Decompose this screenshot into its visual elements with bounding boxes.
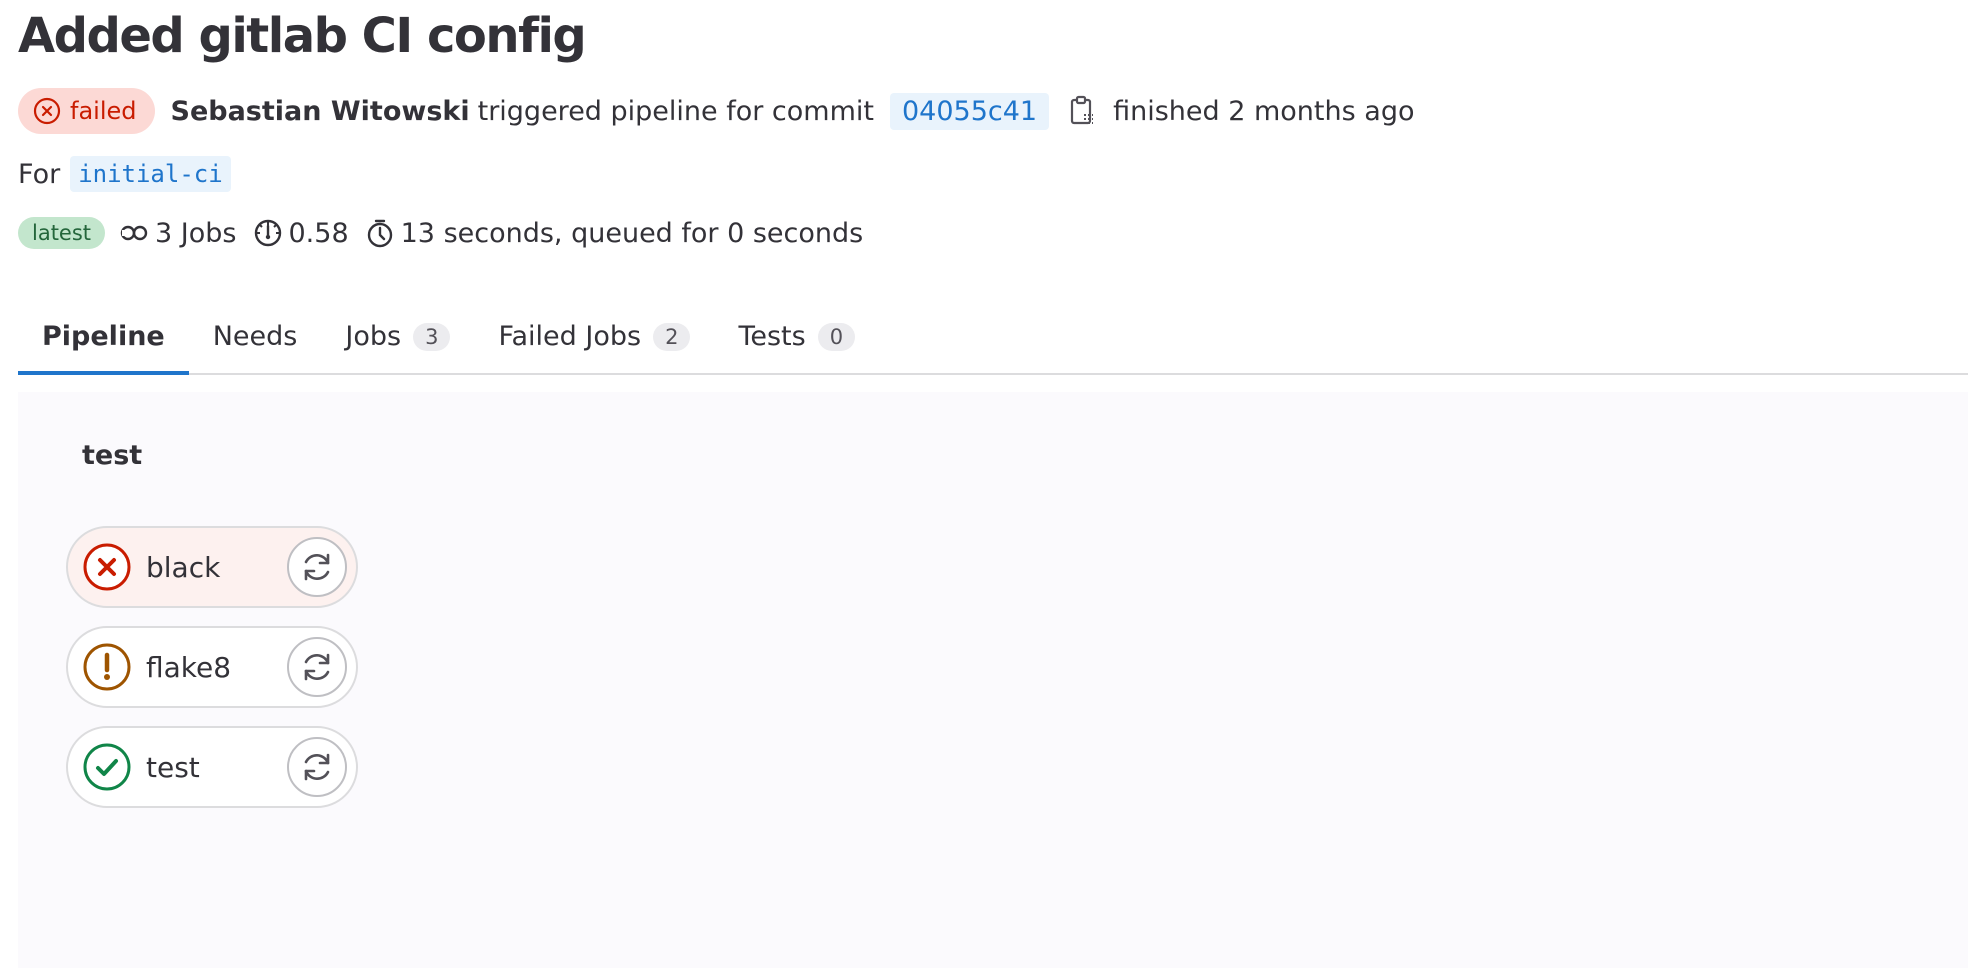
status-badge[interactable]: failed	[18, 88, 155, 134]
stage-title: test	[82, 440, 143, 471]
for-label: For	[18, 158, 61, 190]
compute-gauge-icon	[254, 219, 281, 247]
status-success-icon	[83, 743, 131, 791]
tab-jobs[interactable]: Jobs 3	[321, 300, 474, 373]
retry-button[interactable]	[287, 737, 347, 797]
copy-clipboard-icon[interactable]	[1067, 95, 1097, 127]
status-warning-icon	[83, 643, 131, 691]
tab-count-badge: 3	[413, 322, 451, 351]
timer-icon	[367, 219, 392, 248]
pipeline-header: failed Sebastian Witowski triggered pipe…	[18, 88, 1414, 134]
retry-icon	[304, 553, 330, 581]
compute-minutes: 0.58	[288, 217, 349, 249]
tab-count-badge: 0	[817, 322, 856, 351]
commit-sha-link[interactable]: 04055c41	[890, 92, 1050, 130]
retry-button[interactable]	[287, 637, 347, 697]
tab-tests[interactable]: Tests 0	[714, 300, 879, 373]
page-title: Added gitlab CI config	[18, 8, 587, 64]
ref-row: For initial-ci	[18, 154, 231, 194]
pipeline-jobs-icon	[120, 225, 148, 241]
pipeline-duration: 13 seconds, queued for 0 seconds	[400, 217, 864, 249]
tab-label: Jobs	[345, 321, 402, 352]
tab-label: Pipeline	[42, 321, 165, 352]
status-failed-icon	[33, 97, 61, 125]
job-name: black	[146, 550, 221, 584]
job-name: test	[146, 750, 200, 784]
latest-badge: latest	[18, 217, 106, 249]
branch-ref-link[interactable]: initial-ci	[70, 156, 231, 192]
tab-failed-jobs[interactable]: Failed Jobs 2	[474, 300, 714, 373]
tab-needs[interactable]: Needs	[189, 300, 322, 373]
pipeline-meta: latest 3 Jobs 0.58 13 seconds, queued fo…	[18, 216, 863, 250]
finished-time: finished 2 months ago	[1113, 95, 1415, 127]
job-test[interactable]: test	[66, 726, 358, 808]
tab-count-badge: 2	[653, 322, 691, 351]
tab-label: Tests	[738, 321, 806, 352]
jobs-count: 3 Jobs	[155, 217, 237, 249]
tab-label: Needs	[212, 321, 298, 352]
author-link[interactable]: Sebastian Witowski	[171, 96, 470, 127]
job-black[interactable]: black	[66, 526, 358, 608]
tab-label: Failed Jobs	[498, 321, 642, 352]
retry-button[interactable]	[287, 537, 347, 597]
action-text: triggered pipeline for commit	[477, 95, 874, 127]
retry-icon	[304, 753, 330, 781]
tab-pipeline[interactable]: Pipeline	[18, 300, 189, 375]
status-failed-icon	[83, 543, 131, 591]
retry-icon	[304, 653, 330, 681]
job-name: flake8	[146, 650, 232, 684]
status-badge-label: failed	[70, 97, 137, 125]
pipeline-graph: test black flake8 test	[18, 392, 1968, 968]
job-flake8[interactable]: flake8	[66, 626, 358, 708]
pipeline-tabs: Pipeline Needs Jobs 3 Failed Jobs 2 Test…	[18, 300, 1968, 375]
